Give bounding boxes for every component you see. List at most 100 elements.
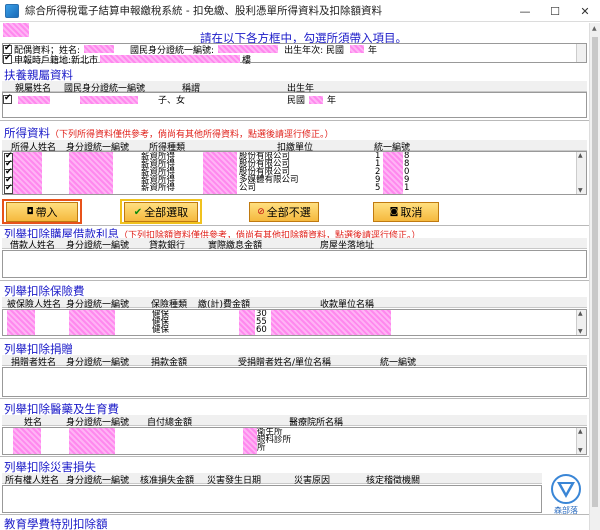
scroll-down-icon[interactable]: ▼ xyxy=(578,328,583,335)
birth-label: 出生年次: 民國 xyxy=(284,45,344,56)
scroll-up-icon[interactable]: ▲ xyxy=(578,152,583,159)
close-button[interactable]: ✕ xyxy=(570,0,600,22)
income-list: 薪資所得 薪資所得 薪資所得 薪資所得 薪資所得 股份有限公司 股份有限公司 股… xyxy=(2,151,587,195)
insurance-type-column: 健保 健保 健保 xyxy=(152,310,169,334)
year-suffix: 年 xyxy=(368,45,378,56)
income-note: （下列所得資料僅供參考，倘尚有其他所得資料，點選後請逕行修正。） xyxy=(50,130,334,140)
address-line[interactable]: 申報時戶籍地:新北市 樓 xyxy=(3,53,251,66)
birth-prefix: 民國 xyxy=(287,96,306,106)
section-divider xyxy=(0,338,600,339)
income-header: 所得人姓名 身分證統一編號 所得種類 扣繳單位 統一編號 xyxy=(2,140,587,153)
address-label: 申報時戶籍地:新北市 xyxy=(14,55,99,66)
action-button-row: ◘ 帶入 ✔ 全部選取 ⊘ 全部不選 ◙ 取消 xyxy=(0,199,600,224)
redacted-names xyxy=(13,428,41,454)
section-divider xyxy=(0,514,600,515)
redacted-ids xyxy=(69,310,115,335)
watermark-icon xyxy=(551,474,581,504)
watermark-text: 森部落 xyxy=(554,506,578,515)
income-type-column: 薪資所得 薪資所得 薪資所得 薪資所得 薪資所得 xyxy=(141,152,175,192)
cancel-label: 取消 xyxy=(400,206,423,219)
select-all-button[interactable]: ✔ 全部選取 xyxy=(124,202,198,222)
deselect-all-label: 全部不選 xyxy=(266,206,311,219)
medical-scrollbar[interactable]: ▲ ▼ xyxy=(576,428,586,454)
insurance-scrollbar[interactable]: ▲ ▼ xyxy=(576,310,586,335)
maximize-button[interactable]: ☐ xyxy=(540,0,570,22)
redacted-logo xyxy=(3,23,29,37)
watermark-logo: 森部落 xyxy=(546,473,586,517)
import-button[interactable]: ◘ 帶入 xyxy=(6,202,78,222)
hospital-column: 衛生所 眼科診所 所 xyxy=(257,428,291,452)
housing-loan-header: 借款人姓名 身分證統一編號 貸款銀行 實際繳息金額 房屋坐落地址 xyxy=(2,238,587,251)
redacted-names xyxy=(13,152,42,194)
scroll-down-icon[interactable]: ▼ xyxy=(578,447,583,454)
section-divider xyxy=(0,456,600,457)
taxid-suffix-cell: 1 xyxy=(404,183,410,193)
redacted-year xyxy=(350,45,364,53)
select-all-label: 全部選取 xyxy=(144,206,189,219)
import-icon: ◘ xyxy=(26,207,34,217)
donation-list xyxy=(2,367,587,397)
scroll-up-icon[interactable]: ▲ xyxy=(578,310,583,317)
birth-suffix: 年 xyxy=(327,96,337,106)
premium-column: 30 55 60 xyxy=(256,310,267,334)
redacted-payers xyxy=(203,152,237,194)
scroll-up-icon[interactable]: ▲ xyxy=(592,25,597,32)
redacted-year xyxy=(309,95,324,104)
hospital-cell: 所 xyxy=(257,443,266,453)
deselect-all-button[interactable]: ⊘ 全部不選 xyxy=(249,202,319,222)
scroll-up-icon[interactable]: ▲ xyxy=(578,428,583,435)
premium-cell: 60 xyxy=(256,325,267,335)
check-icon: ✔ xyxy=(133,206,143,218)
section-divider xyxy=(0,398,600,399)
app-icon xyxy=(5,3,19,18)
insurance-header: 被保險人姓名 身分證統一編號 保險種類 繳(計)費金額 收款單位名稱 xyxy=(2,297,587,310)
cancel-button[interactable]: ◙ 取消 xyxy=(373,202,439,222)
redacted-receivers xyxy=(271,310,391,335)
section-divider xyxy=(0,120,600,121)
medical-list: 衛生所 眼科診所 所 ▲ ▼ xyxy=(2,427,587,455)
disaster-list xyxy=(2,485,542,513)
scroll-down-icon[interactable]: ▼ xyxy=(578,187,583,194)
import-label: 帶入 xyxy=(35,206,58,219)
main-scrollbar[interactable]: ▲ xyxy=(589,23,600,530)
minimize-button[interactable]: — xyxy=(510,0,540,22)
payer-column: 股份有限公司 股份有限公司 股份有限公司 多媒體有限公司 公司 xyxy=(239,152,299,192)
relation-value: 子、女 xyxy=(158,96,186,106)
income-title: 所得資料（下列所得資料僅供參考，倘尚有其他所得資料，點選後請逕行修正。） xyxy=(4,125,334,141)
address-checkbox[interactable] xyxy=(3,53,12,64)
redacted-names xyxy=(7,310,35,335)
education-title: 教育學費特別扣除額 xyxy=(4,517,108,530)
donation-header: 捐贈者姓名 身分證統一編號 捐款金額 受捐贈者姓名/單位名稱 統一編號 xyxy=(2,355,587,368)
taxid-prefix-cell: 5 xyxy=(375,183,381,193)
medical-header: 姓名 身分證統一編號 自付總金額 醫療院所名稱 xyxy=(2,415,587,428)
redacted-taxids xyxy=(383,152,403,194)
redacted-amounts xyxy=(239,310,255,335)
window-title: 綜合所得稅電子結算申報繳稅系統 - 扣免繳、股利憑單所得資料及扣除額資料 xyxy=(25,5,382,17)
scroll-thumb[interactable] xyxy=(592,37,598,507)
disaster-header: 所有權人姓名 身分證統一編號 核准損失金額 災害發生日期 災害原因 核定稽徵機關 xyxy=(2,473,542,486)
redacted-ids xyxy=(69,152,113,194)
redacted-address xyxy=(100,55,241,63)
income-scrollbar[interactable]: ▲ ▼ xyxy=(576,152,586,194)
taxid-prefix-column: 1 1 2 9 5 xyxy=(375,152,380,192)
insurance-type-cell: 健保 xyxy=(152,325,170,335)
dependent-row[interactable]: 子、女 民國 年 xyxy=(3,93,336,106)
insurance-list: 健保 健保 健保 30 55 60 ▲ ▼ xyxy=(2,309,587,336)
income-title-text: 所得資料 xyxy=(4,126,50,140)
dependents-header: 親屬姓名 國民身分證統一編號 稱謂 出生年 xyxy=(2,81,587,94)
redacted-amounts xyxy=(243,428,257,454)
dependents-list: 子、女 民國 年 xyxy=(2,92,587,118)
payer-cell: 公司 xyxy=(239,183,257,193)
taxid-suffix-column: 8 8 0 9 1 xyxy=(404,152,409,192)
dependent-checkbox[interactable] xyxy=(3,93,12,104)
window-titlebar: 綜合所得稅電子結算申報繳稅系統 - 扣免繳、股利憑單所得資料及扣除額資料 — ☐… xyxy=(0,0,600,22)
housing-loan-list xyxy=(2,250,587,278)
cancel-icon: ◙ xyxy=(389,207,399,217)
topinfo-scrollbar[interactable] xyxy=(576,44,586,62)
section-divider xyxy=(0,280,600,281)
income-type-cell: 薪資所得 xyxy=(141,183,176,193)
income-row-checkbox[interactable] xyxy=(4,183,13,194)
redacted-id xyxy=(80,95,138,104)
redacted-name xyxy=(18,95,50,104)
no-entry-icon: ⊘ xyxy=(257,207,265,217)
